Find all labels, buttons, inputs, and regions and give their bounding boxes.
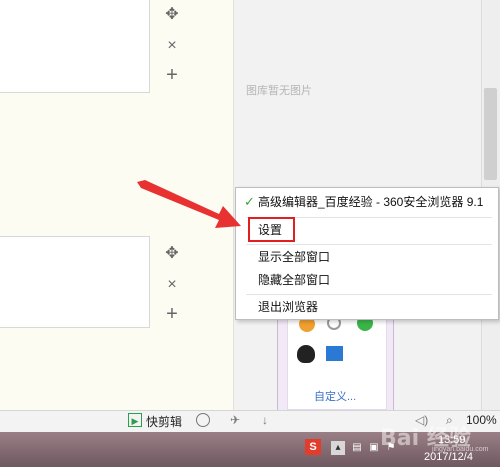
- move-handle-icon[interactable]: ✥: [163, 6, 181, 24]
- annotation-arrow: [137, 180, 241, 228]
- browser-context-menu: ✓ 高级编辑器_百度经验 - 360安全浏览器 9.1 设置 显示全部窗口 隐藏…: [235, 187, 499, 320]
- menu-item-show-all-windows[interactable]: 显示全部窗口: [236, 245, 500, 269]
- tray-app-icon-qq[interactable]: [297, 345, 315, 363]
- clipboard-icon[interactable]: ▤: [350, 441, 364, 455]
- content-card-2[interactable]: [0, 236, 150, 328]
- show-hidden-icons-button[interactable]: ▴: [331, 441, 345, 455]
- tray-app-icon-baidu-cloud[interactable]: [326, 346, 343, 361]
- download-icon[interactable]: ↓: [262, 413, 268, 427]
- move-handle-icon[interactable]: ✥: [163, 245, 181, 263]
- menu-window-title[interactable]: 高级编辑器_百度经验 - 360安全浏览器 9.1: [236, 190, 500, 214]
- menu-item-exit-browser[interactable]: 退出浏览器: [236, 295, 500, 319]
- add-icon[interactable]: +: [163, 304, 181, 324]
- image-library-empty-text: 图库暂无图片: [246, 85, 312, 97]
- scrollbar-thumb[interactable]: [484, 88, 497, 180]
- quick-clip-label[interactable]: 快剪辑: [146, 413, 182, 430]
- tray-customize-link[interactable]: 自定义...: [314, 388, 356, 404]
- input-method-icon[interactable]: S: [305, 439, 321, 455]
- speed-icon[interactable]: [196, 413, 210, 427]
- close-icon[interactable]: ×: [163, 276, 181, 294]
- settings-highlight-box: [248, 217, 295, 242]
- pin-icon[interactable]: ✈: [230, 413, 240, 427]
- quick-clip-icon[interactable]: ▶: [128, 413, 142, 427]
- close-icon[interactable]: ×: [163, 37, 181, 55]
- content-card-1[interactable]: [0, 0, 150, 93]
- network-icon[interactable]: ▣: [367, 441, 381, 455]
- menu-item-hide-all-windows[interactable]: 隐藏全部窗口: [236, 268, 500, 292]
- clock-date[interactable]: 2017/12/4: [424, 451, 473, 463]
- add-icon[interactable]: +: [163, 65, 181, 85]
- clock-time[interactable]: 13:59: [438, 434, 466, 446]
